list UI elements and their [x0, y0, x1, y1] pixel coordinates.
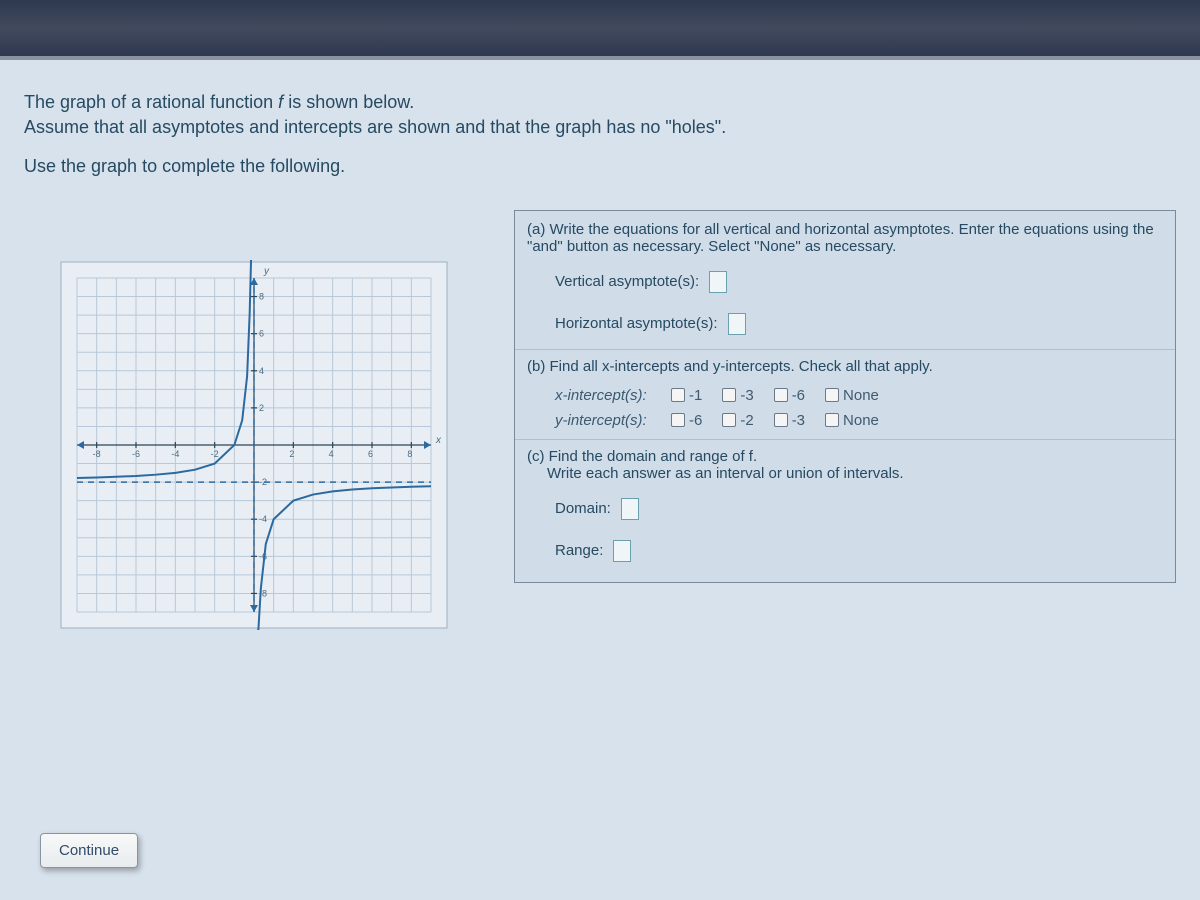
- svg-text:x: x: [435, 435, 442, 446]
- range-label: Range:: [555, 542, 603, 559]
- svg-text:4: 4: [259, 365, 264, 375]
- svg-text:2: 2: [289, 449, 294, 459]
- svg-text:2: 2: [259, 402, 264, 412]
- svg-text:-2: -2: [211, 449, 219, 459]
- continue-button[interactable]: Continue: [40, 833, 138, 868]
- intro-line1-pre: The graph of a rational function: [24, 92, 278, 112]
- x-opt-2[interactable]: -6: [774, 387, 805, 404]
- x-opt-1[interactable]: -3: [722, 387, 753, 404]
- part-c-text: (c) Find the domain and range of f. Writ…: [515, 444, 1175, 488]
- svg-text:-8: -8: [93, 449, 101, 459]
- y-opt-3[interactable]: None: [825, 412, 879, 429]
- x-intercepts-label: x-intercept(s):: [555, 387, 651, 404]
- range-input[interactable]: [613, 540, 631, 562]
- svg-text:y: y: [263, 266, 270, 277]
- y-intercepts-label: y-intercept(s):: [555, 412, 651, 429]
- ha-label: Horizontal asymptote(s):: [555, 315, 718, 332]
- domain-label: Domain:: [555, 500, 611, 517]
- answer-panel: (a) Write the equations for all vertical…: [514, 210, 1176, 583]
- va-label: Vertical asymptote(s):: [555, 273, 699, 290]
- intro-line3: Use the graph to complete the following.: [24, 156, 345, 176]
- y-opt-2[interactable]: -3: [774, 412, 805, 429]
- svg-text:-6: -6: [259, 551, 267, 561]
- svg-text:-6: -6: [132, 449, 140, 459]
- part-a-text: (a) Write the equations for all vertical…: [515, 217, 1175, 261]
- svg-text:8: 8: [259, 291, 264, 301]
- x-opt-0[interactable]: -1: [671, 387, 702, 404]
- intro-line1-post: is shown below.: [283, 92, 414, 112]
- va-input[interactable]: [709, 271, 727, 293]
- svg-text:8: 8: [407, 449, 412, 459]
- y-opt-0[interactable]: -6: [671, 412, 702, 429]
- part-b-text: (b) Find all x-intercepts and y-intercep…: [515, 354, 1175, 381]
- function-graph: -8-6-4-22468-8-6-4-22468 x y: [59, 260, 449, 630]
- svg-text:6: 6: [259, 328, 264, 338]
- svg-text:4: 4: [329, 449, 334, 459]
- window-titlebar: [0, 0, 1200, 60]
- ha-input[interactable]: [728, 313, 746, 335]
- svg-text:-4: -4: [259, 514, 267, 524]
- svg-text:-4: -4: [171, 449, 179, 459]
- x-opt-3[interactable]: None: [825, 387, 879, 404]
- domain-input[interactable]: [621, 498, 639, 520]
- y-opt-1[interactable]: -2: [722, 412, 753, 429]
- svg-text:6: 6: [368, 449, 373, 459]
- question-page: The graph of a rational function f is sh…: [0, 60, 1200, 900]
- intro-line2: Assume that all asymptotes and intercept…: [24, 117, 726, 137]
- prompt-text: The graph of a rational function f is sh…: [24, 90, 1176, 180]
